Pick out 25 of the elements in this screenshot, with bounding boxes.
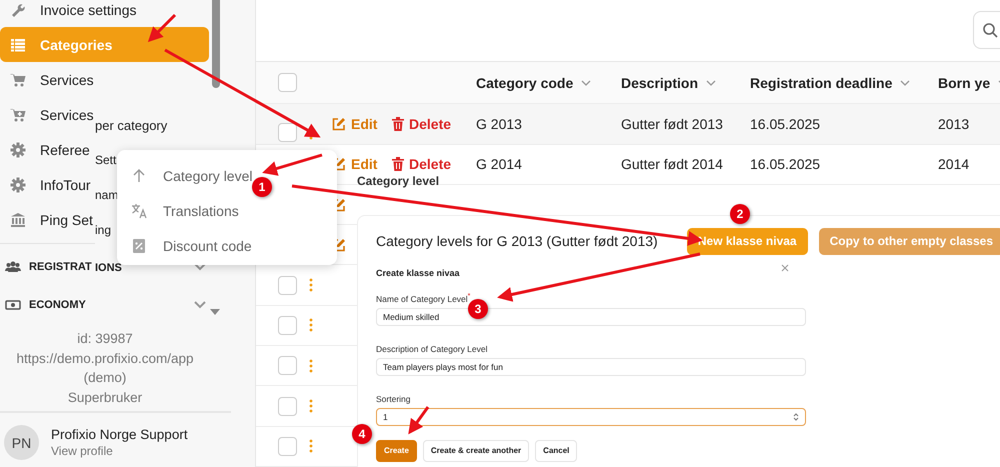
dialog-title: Category levels for G 2013 (Gutter født 2013) <box>376 233 658 249</box>
menu-text: nam <box>95 187 118 204</box>
panel-heading: Category level <box>357 174 440 188</box>
menu-text: Sett <box>95 152 116 169</box>
info-text: (demo) <box>84 369 126 387</box>
table-cell-text: G 2014 <box>476 156 523 172</box>
step-badge: 4 <box>352 424 372 444</box>
table-cell-text: G 2013 <box>476 116 523 132</box>
info-text: https://demo.profixio.com/app <box>16 350 194 368</box>
step-badge: 2 <box>730 204 750 224</box>
table-cell-text: Gutter født 2013 <box>621 116 724 132</box>
table-cell-text: Gutter født 2014 <box>621 156 724 172</box>
menu-text: per category <box>95 117 168 135</box>
menu-text: ing <box>95 222 112 239</box>
menu-text: IONS <box>95 261 122 276</box>
info-text: id: 39987 <box>77 330 133 348</box>
field-label: Description of Category Level <box>376 344 489 354</box>
field-label: Sortering <box>376 394 412 404</box>
form-title: Create klasse nivaa <box>376 268 461 278</box>
table-cell-text: 2014 <box>938 156 970 172</box>
user-name: Profixio Norge Support <box>51 427 188 442</box>
info-text: Superbruker <box>68 388 142 407</box>
table-cell-text: 2013 <box>938 116 970 132</box>
table-cell-text: 16.05.2025 <box>750 156 822 172</box>
table-cell-text: 16.05.2025 <box>750 116 822 132</box>
